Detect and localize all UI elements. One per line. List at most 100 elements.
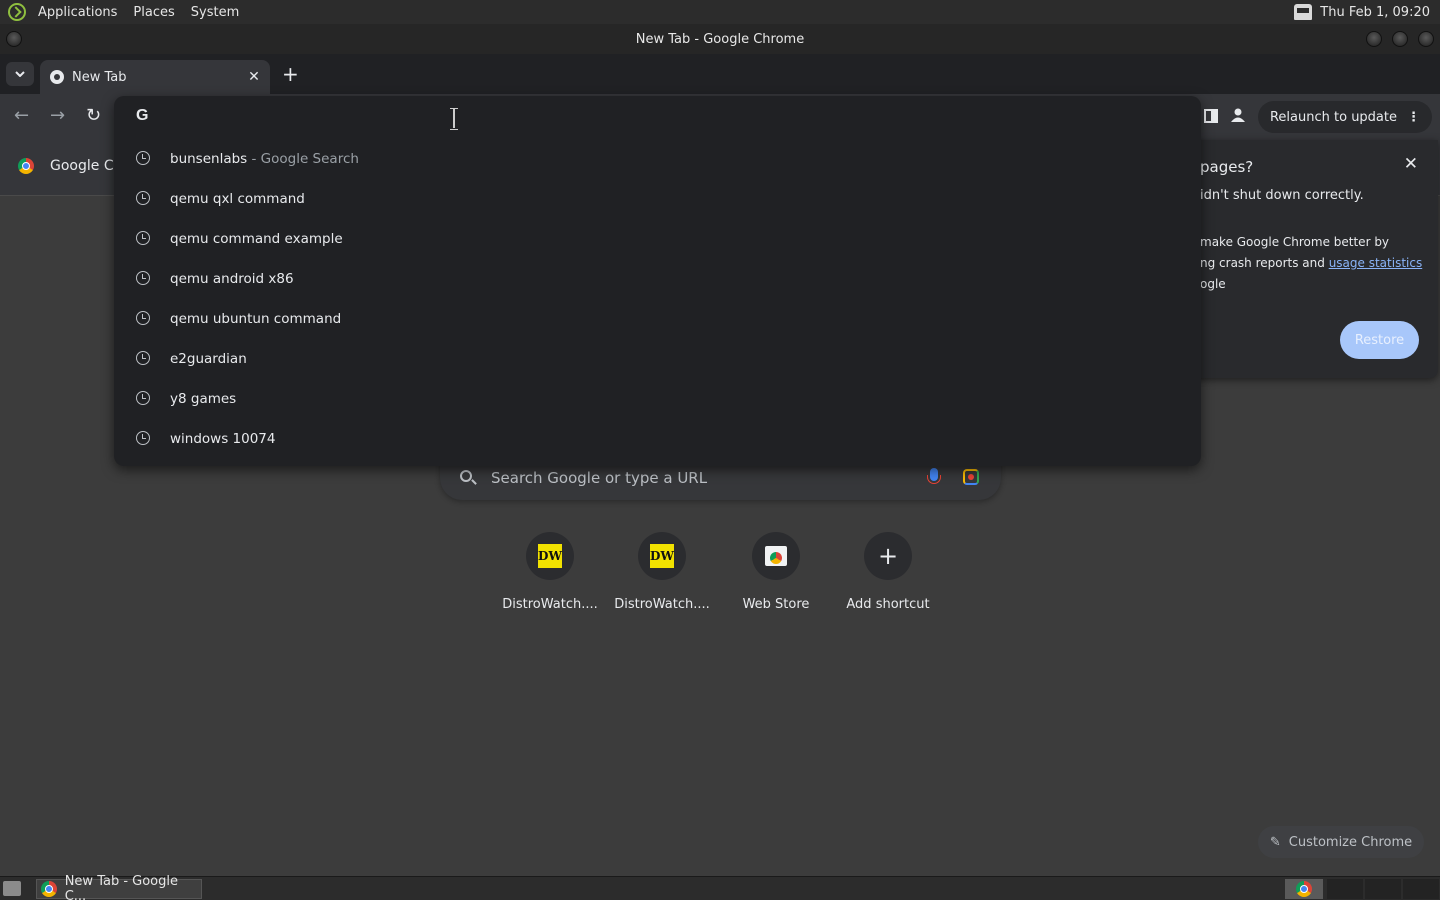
- relaunch-label: Relaunch to update: [1269, 109, 1397, 125]
- plus-icon: +: [877, 542, 899, 570]
- maximize-icon[interactable]: [1392, 31, 1408, 47]
- minimize-icon[interactable]: [1366, 31, 1382, 47]
- search-placeholder: Search Google or type a URL: [491, 469, 708, 487]
- restore-message: idn't shut down correctly.: [1200, 188, 1364, 203]
- suggestion-item[interactable]: qemu command example: [114, 219, 1201, 259]
- suggestion-item[interactable]: e2guardian: [114, 339, 1201, 379]
- suggestion-suffix: - Google Search: [247, 151, 359, 167]
- workspace-3[interactable]: [1365, 879, 1401, 899]
- workspace-2[interactable]: [1327, 879, 1363, 899]
- bookmark-google-chrome[interactable]: Google Ch: [18, 158, 122, 174]
- history-icon: [136, 231, 150, 245]
- suggestion-text: e2guardian: [170, 351, 247, 367]
- suggestion-item[interactable]: windows 10074: [114, 419, 1201, 459]
- shortcut-web-store[interactable]: Web Store: [720, 532, 832, 622]
- history-icon: [136, 431, 150, 445]
- suggestion-item[interactable]: qemu qxl command: [114, 179, 1201, 219]
- chrome-logo-icon: [1296, 881, 1312, 897]
- history-icon: [136, 151, 150, 165]
- search-icon: [460, 470, 472, 482]
- customize-label: Customize Chrome: [1288, 834, 1413, 850]
- close-popup-icon[interactable]: ✕: [1404, 154, 1418, 174]
- suggestion-item[interactable]: bunsenlabs - Google Search: [114, 139, 1201, 179]
- chevron-down-icon: [15, 71, 25, 77]
- bookmark-label: Google Ch: [50, 158, 123, 174]
- restore-heading: pages?: [1200, 158, 1254, 176]
- tab-new-tab[interactable]: New Tab ✕: [40, 60, 270, 94]
- task-chrome-window[interactable]: New Tab - Google C...: [36, 874, 202, 900]
- restore-button[interactable]: Restore: [1340, 321, 1419, 359]
- restore-stats-text: make Google Chrome better by ng crash re…: [1200, 232, 1422, 295]
- shortcut-label: Web Store: [742, 597, 810, 612]
- new-tab-plus-icon[interactable]: +: [282, 64, 299, 84]
- side-panel-icon[interactable]: [1203, 108, 1218, 127]
- shortcut-distrowatch-1[interactable]: DW DistroWatch....: [494, 532, 606, 622]
- suggestion-text: windows 10074: [170, 431, 276, 447]
- google-lens-icon[interactable]: [963, 469, 979, 485]
- system-panel: Applications Places System Thu Feb 1, 09…: [0, 0, 1440, 24]
- distrowatch-icon: DW: [538, 544, 562, 568]
- text-cursor-icon: [450, 108, 458, 130]
- menu-applications[interactable]: Applications: [34, 5, 121, 20]
- window-title: New Tab - Google Chrome: [635, 31, 805, 47]
- restore-pages-popup: pages? ✕ idn't shut down correctly. make…: [1186, 140, 1438, 378]
- suggestion-text: qemu android x86: [170, 271, 294, 287]
- menu-places[interactable]: Places: [129, 5, 178, 20]
- window-titlebar[interactable]: New Tab - Google Chrome: [0, 24, 1440, 54]
- close-window-icon[interactable]: [1418, 31, 1434, 47]
- menu-system[interactable]: System: [187, 5, 243, 20]
- chrome-logo-icon: [41, 881, 57, 897]
- history-icon: [136, 311, 150, 325]
- window-menu-icon[interactable]: [6, 31, 22, 47]
- omnibox-dropdown: G bunsenlabs - Google Search qemu qxl co…: [114, 96, 1201, 466]
- history-icon: [136, 271, 150, 285]
- workspace-1[interactable]: [1285, 879, 1323, 899]
- google-g-icon: G: [136, 107, 149, 124]
- relaunch-button[interactable]: Relaunch to update ⋮: [1257, 101, 1432, 133]
- close-tab-icon[interactable]: ✕: [246, 69, 262, 85]
- suggestion-text: qemu ubuntun command: [170, 311, 342, 327]
- profile-icon[interactable]: [1230, 107, 1246, 127]
- workspace-4[interactable]: [1403, 879, 1439, 899]
- distrowatch-icon: DW: [650, 544, 674, 568]
- history-icon: [136, 391, 150, 405]
- customize-chrome-button[interactable]: ✎ Customize Chrome: [1258, 826, 1424, 858]
- suggestion-item[interactable]: y8 games: [114, 379, 1201, 419]
- shortcut-label: DistroWatch....: [502, 597, 598, 612]
- suggestion-text: y8 games: [170, 391, 237, 407]
- suggestion-text: qemu qxl command: [170, 191, 305, 207]
- chrome-logo-icon: [18, 158, 34, 174]
- shortcut-add[interactable]: + Add shortcut: [832, 532, 944, 622]
- microphone-icon[interactable]: [927, 468, 941, 484]
- shortcut-tile: DW: [526, 532, 574, 580]
- tab-search-button[interactable]: [6, 62, 34, 86]
- tab-strip: New Tab ✕ +: [0, 54, 1440, 94]
- shortcut-distrowatch-2[interactable]: DW DistroWatch....: [606, 532, 718, 622]
- restore-line2: make Google Chrome better by: [1200, 235, 1390, 249]
- forward-arrow-icon[interactable]: →: [50, 106, 65, 126]
- suggestion-item[interactable]: qemu android x86: [114, 259, 1201, 299]
- history-icon: [136, 351, 150, 365]
- tab-title: New Tab: [72, 69, 127, 85]
- clock[interactable]: Thu Feb 1, 09:20: [1320, 5, 1430, 20]
- reload-icon[interactable]: ↻: [86, 106, 101, 126]
- shortcut-label: Add shortcut: [846, 597, 930, 612]
- shortcut-tile: DW: [638, 532, 686, 580]
- shortcut-tile: +: [864, 532, 912, 580]
- back-arrow-icon[interactable]: ←: [14, 106, 29, 126]
- distro-logo-icon[interactable]: [8, 3, 26, 21]
- usage-statistics-link[interactable]: usage statistics: [1329, 256, 1423, 270]
- suggestion-text: qemu command example: [170, 231, 343, 247]
- shortcut-tile: [752, 532, 800, 580]
- suggestion-item[interactable]: qemu ubuntun command: [114, 299, 1201, 339]
- chrome-favicon-icon: [50, 70, 64, 84]
- network-tray-icon[interactable]: [1294, 4, 1313, 20]
- task-label: New Tab - Google C...: [64, 874, 178, 900]
- suggestion-text: bunsenlabs: [170, 151, 248, 167]
- kebab-menu-icon: ⋮: [1407, 109, 1420, 125]
- shortcut-label: DistroWatch....: [614, 597, 710, 612]
- taskbar: New Tab - Google C...: [0, 874, 1440, 900]
- pencil-icon: ✎: [1269, 834, 1281, 850]
- file-manager-icon[interactable]: [3, 881, 21, 896]
- restore-line4: ogle: [1200, 277, 1226, 291]
